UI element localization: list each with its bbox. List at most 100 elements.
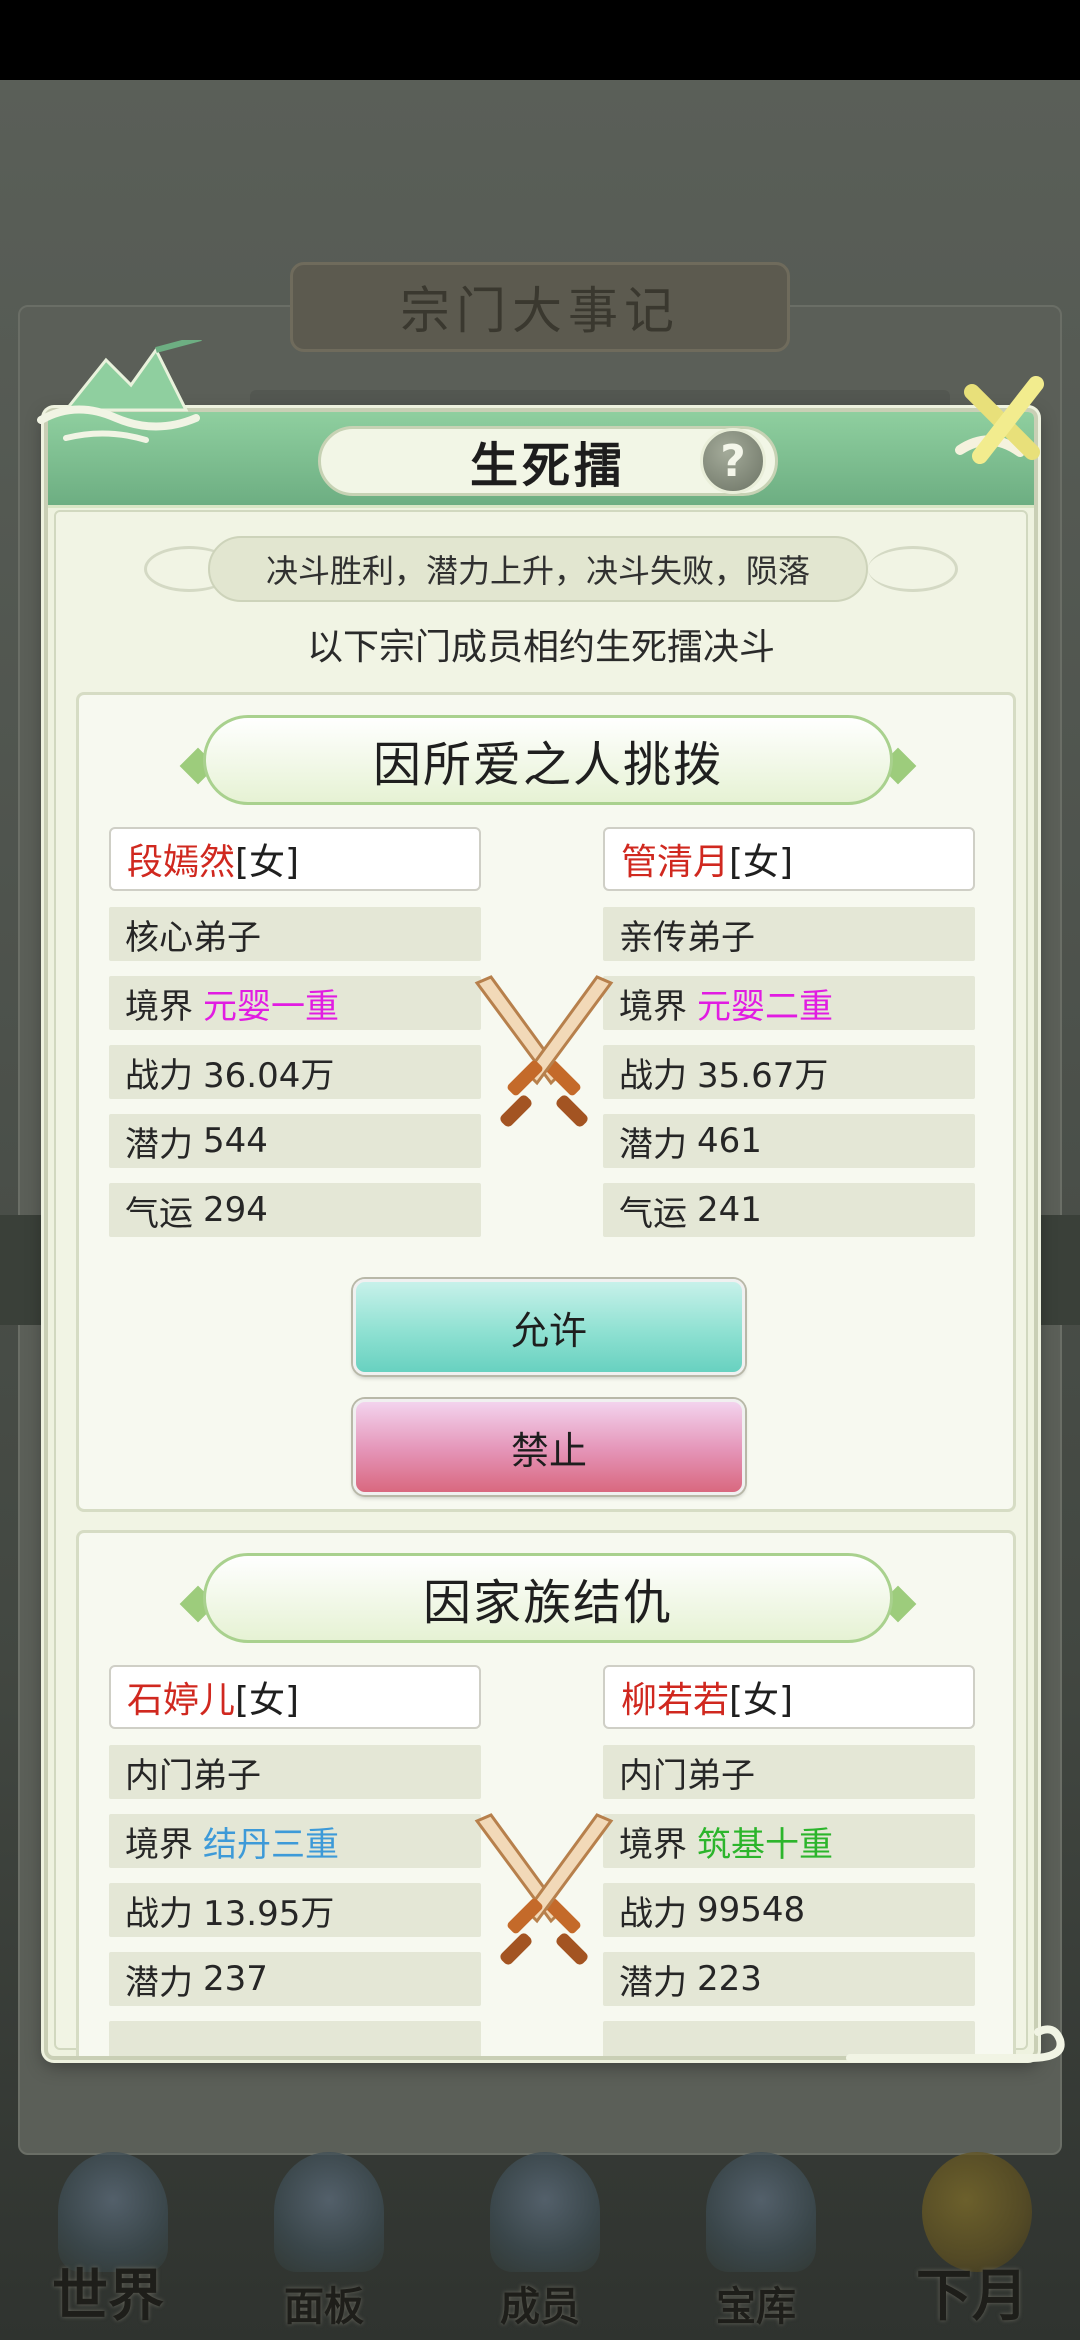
nav-next-month[interactable]: 下月 (882, 2132, 1062, 2332)
duel-reason: 因所爱之人挑拨 (203, 715, 893, 805)
panel-temple-icon (274, 2152, 384, 2272)
right-potential-value: 461 (697, 1121, 762, 1161)
left-power-value: 13.95万 (203, 1893, 335, 1934)
left-rank-row: 核心弟子 (109, 907, 481, 961)
right-power-row: 战力 35.67万 (603, 1045, 975, 1099)
right-realm-value: 元婴二重 (697, 986, 833, 1027)
nav-members[interactable]: 成员 (450, 2132, 630, 2332)
left-realm-label: 境界 (125, 1824, 193, 1865)
right-realm-label: 境界 (619, 986, 687, 1027)
right-power-label: 战力 (619, 1055, 687, 1096)
left-potential-row: 潜力 544 (109, 1114, 481, 1168)
left-realm-label: 境界 (125, 986, 193, 1027)
sword-left (474, 1813, 588, 1965)
left-potential-value: 544 (203, 1121, 268, 1161)
left-fighter-name: 段嫣然 (127, 842, 236, 883)
nav-next-month-label: 下月 (916, 2263, 1028, 2329)
right-rank-row: 亲传弟子 (603, 907, 975, 961)
left-rank: 内门弟子 (125, 1755, 261, 1796)
left-rank-row: 内门弟子 (109, 1745, 481, 1799)
crossed-swords-icon (474, 975, 614, 1127)
right-luck-label: 气运 (619, 1193, 687, 1234)
right-fighter-gender: [女] (729, 842, 794, 883)
nav-world[interactable]: 世界 (18, 2132, 198, 2332)
left-power-value: 36.04万 (203, 1055, 335, 1096)
sword-right (500, 975, 614, 1127)
help-button[interactable]: ? (700, 428, 766, 494)
right-rank-row: 内门弟子 (603, 1745, 975, 1799)
left-potential-label: 潜力 (125, 1124, 193, 1165)
forbid-button[interactable]: 禁止 (353, 1399, 745, 1495)
left-realm-value: 结丹三重 (203, 1824, 339, 1865)
left-fighter-gender: [女] (235, 842, 300, 883)
left-realm-value: 元婴一重 (203, 986, 339, 1027)
right-potential-row: 潜力 461 (603, 1114, 975, 1168)
intro-text: 以下宗门成员相约生死擂决斗 (306, 627, 775, 668)
nav-panel[interactable]: 面板 (234, 2132, 414, 2332)
right-fighter-name-box[interactable]: 管清月 [女] (603, 827, 975, 891)
left-potential-row: 潜力 237 (109, 1952, 481, 2006)
sword-right (500, 1813, 614, 1965)
mountain-cloud-decoration (37, 340, 202, 443)
right-potential-label: 潜力 (619, 1124, 687, 1165)
right-realm-label: 境界 (619, 1824, 687, 1865)
close-icon[interactable] (950, 370, 1060, 470)
members-portrait-icon (490, 2152, 600, 2272)
right-potential-label: 潜力 (619, 1962, 687, 2003)
right-luck-value: 241 (697, 1190, 762, 1230)
nav-treasury[interactable]: 宝库 (666, 2132, 846, 2332)
right-rank: 亲传弟子 (619, 917, 755, 958)
duel-arena-modal: 生死擂 ? 决斗胜利，潜力上升，决斗失败，陨落 以下宗门成员相约生死擂决斗 因所… (44, 408, 1038, 2060)
right-fighter-name-box[interactable]: 柳若若 [女] (603, 1665, 975, 1729)
status-bar (0, 0, 1080, 80)
duel-reason: 因家族结仇 (203, 1553, 893, 1643)
right-power-value: 99548 (697, 1890, 806, 1930)
right-fighter-name: 管清月 (621, 842, 730, 883)
left-luck-row: 气运 294 (109, 1183, 481, 1237)
left-potential-value: 237 (203, 1959, 268, 1999)
scroll-end-decoration (846, 2025, 1065, 2062)
nav-panel-label: 面板 (284, 2283, 364, 2330)
right-realm-value: 筑基十重 (697, 1824, 833, 1865)
sword-left (474, 975, 588, 1127)
left-fighter-gender: [女] (235, 1680, 300, 1721)
right-power-row: 战力 99548 (603, 1883, 975, 1937)
left-potential-label: 潜力 (125, 1962, 193, 2003)
right-rank: 内门弟子 (619, 1755, 755, 1796)
left-realm-row: 境界 元婴一重 (109, 976, 481, 1030)
left-power-row: 战力 13.95万 (109, 1883, 481, 1937)
rule-subtitle: 决斗胜利，潜力上升，决斗失败，陨落 (208, 536, 868, 602)
bottom-nav: 世界 面板 成员 宝库 下月 (0, 2140, 1080, 2340)
left-luck-label: 气运 (125, 1193, 193, 1234)
left-luck-row-partial (109, 2021, 481, 2056)
left-fighter-name: 石婷儿 (127, 1680, 236, 1721)
right-fighter-name: 柳若若 (621, 1680, 730, 1721)
duel-card: 因所爱之人挑拨 段嫣然 [女] 管清月 [女] 核心弟子 境界 元婴一重 战力 36… (76, 692, 1016, 1512)
nav-treasury-label: 宝库 (716, 2283, 796, 2330)
nav-world-label: 世界 (52, 2263, 164, 2329)
right-realm-row: 境界 筑基十重 (603, 1814, 975, 1868)
treasury-building-icon (706, 2152, 816, 2272)
right-power-label: 战力 (619, 1893, 687, 1934)
right-potential-value: 223 (697, 1959, 762, 1999)
right-realm-row: 境界 元婴二重 (603, 976, 975, 1030)
right-power-value: 35.67万 (697, 1055, 829, 1096)
duel-card: 因家族结仇 石婷儿 [女] 柳若若 [女] 内门弟子 境界 结丹三重 战力 13.9… (76, 1530, 1016, 2056)
right-luck-row: 气运 241 (603, 1183, 975, 1237)
nav-members-label: 成员 (500, 2283, 580, 2330)
right-potential-row: 潜力 223 (603, 1952, 975, 2006)
left-luck-value: 294 (203, 1190, 268, 1230)
crossed-swords-icon (474, 1813, 614, 1965)
left-rank: 核心弟子 (125, 917, 261, 958)
left-power-row: 战力 36.04万 (109, 1045, 481, 1099)
left-power-label: 战力 (125, 1055, 193, 1096)
left-fighter-name-box[interactable]: 段嫣然 [女] (109, 827, 481, 891)
left-realm-row: 境界 结丹三重 (109, 1814, 481, 1868)
allow-button[interactable]: 允许 (353, 1279, 745, 1375)
left-fighter-name-box[interactable]: 石婷儿 [女] (109, 1665, 481, 1729)
modal-title: 生死擂 (469, 438, 626, 494)
background-panel-title: 宗门大事记 (290, 262, 790, 352)
right-fighter-gender: [女] (729, 1680, 794, 1721)
subtitle-wing-right (868, 546, 958, 592)
left-power-label: 战力 (125, 1893, 193, 1934)
